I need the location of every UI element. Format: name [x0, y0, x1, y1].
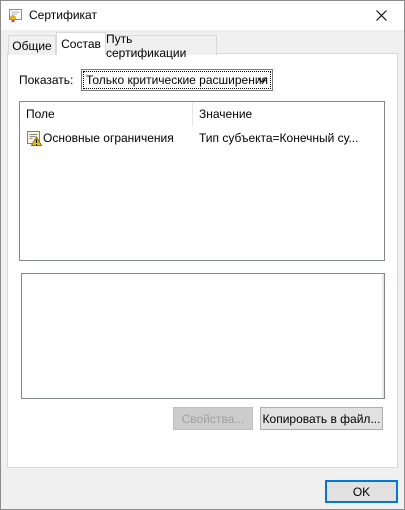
- certificate-icon: [9, 9, 22, 23]
- tab-certification-path[interactable]: Путь сертификации: [105, 32, 217, 60]
- show-filter-value: Только критические расширения: [82, 71, 272, 89]
- tab-label: Путь сертификации: [106, 31, 187, 60]
- value-detail-box[interactable]: [21, 273, 385, 399]
- ok-button[interactable]: OK: [325, 480, 398, 503]
- tab-details[interactable]: Состав: [56, 32, 106, 55]
- list-item[interactable]: Основные ограничения Тип субъекта=Конечн…: [21, 129, 383, 147]
- tab-general[interactable]: Общие: [8, 35, 56, 55]
- chevron-down-icon: [257, 77, 267, 83]
- close-icon: [375, 10, 387, 21]
- copy-to-file-button[interactable]: Копировать в файл...: [260, 407, 383, 430]
- certificate-dialog: Сертификат Общие Состав Путь сертификаци…: [0, 0, 405, 510]
- close-button[interactable]: [358, 1, 404, 30]
- fields-list[interactable]: Поле Значение Основные ограничения Тип с…: [19, 101, 385, 261]
- tab-label: Состав: [61, 37, 101, 51]
- extension-warning-icon: [26, 130, 43, 146]
- row-field-value: Тип субъекта=Конечный су...: [199, 131, 359, 145]
- column-header-value[interactable]: Значение: [193, 102, 384, 126]
- row-field-name: Основные ограничения: [43, 131, 174, 145]
- properties-button[interactable]: Свойства...: [173, 407, 253, 430]
- column-header-field[interactable]: Поле: [20, 102, 193, 126]
- show-label: Показать:: [19, 73, 74, 87]
- window-title: Сертификат: [29, 8, 97, 22]
- tab-label: Общие: [12, 38, 52, 53]
- title-bar: Сертификат: [1, 1, 404, 30]
- show-filter-select[interactable]: Только критические расширения: [81, 69, 273, 91]
